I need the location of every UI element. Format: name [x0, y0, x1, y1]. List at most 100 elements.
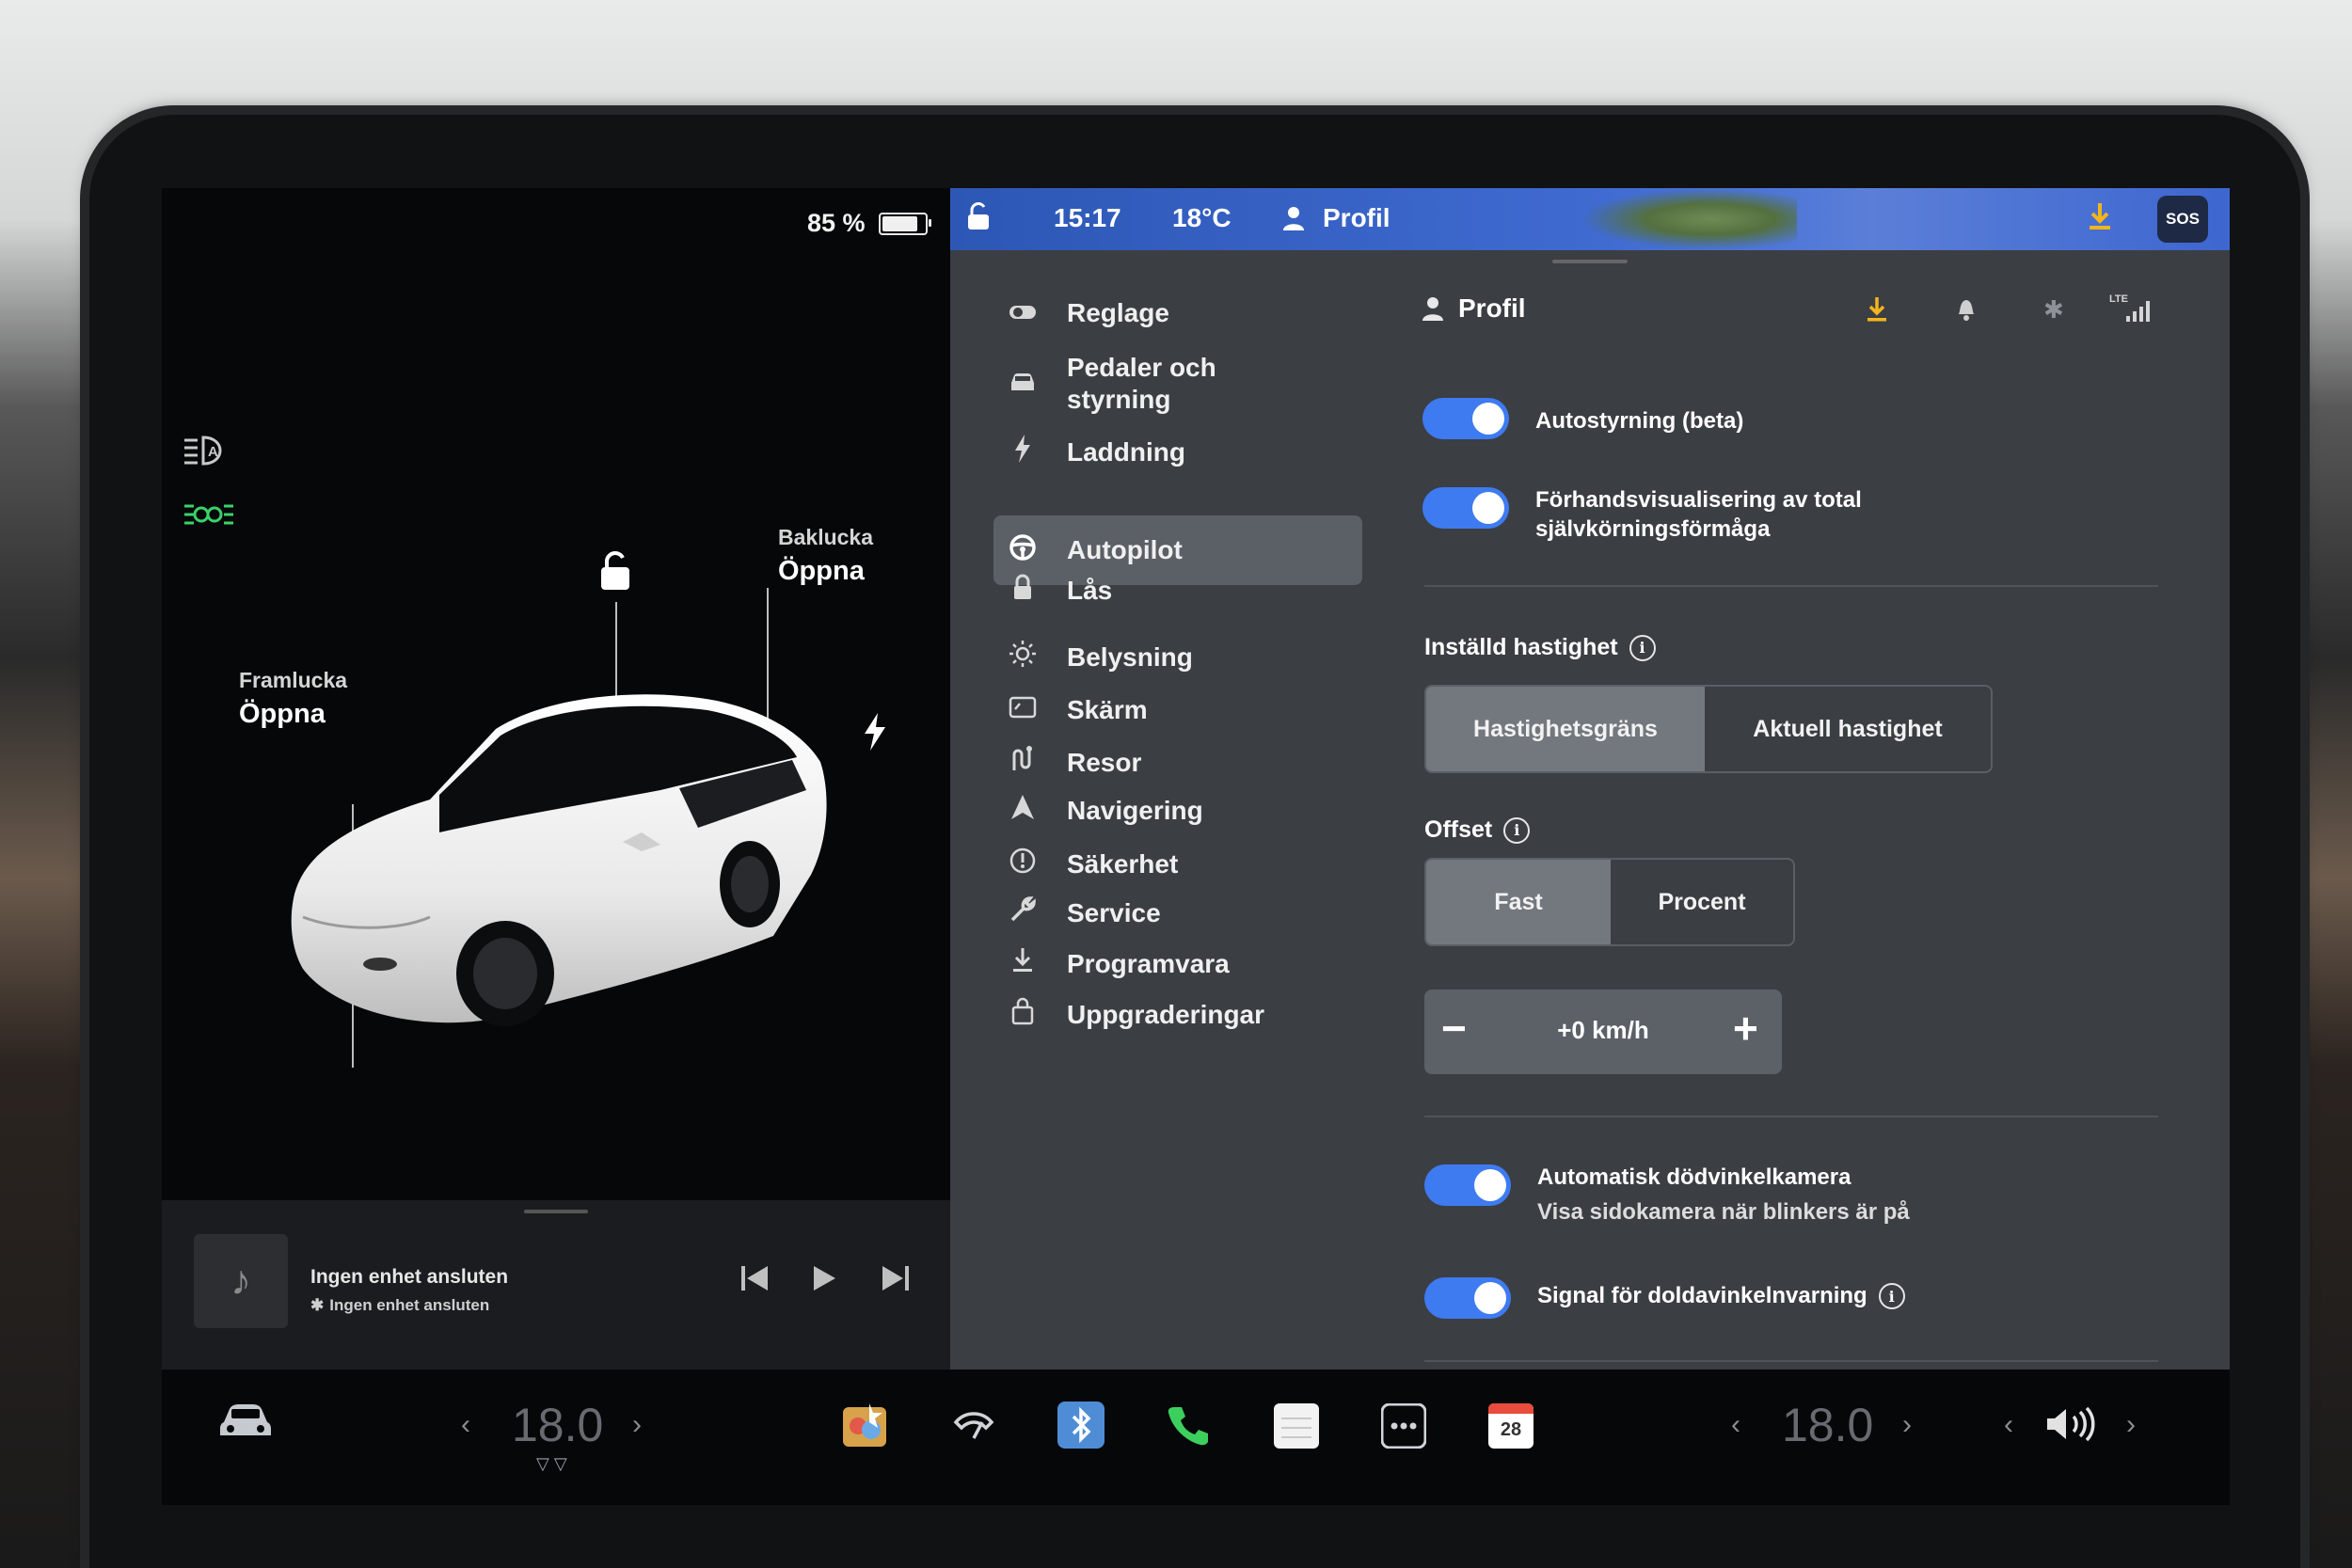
menu-item-label: Reglage	[1067, 298, 1169, 327]
rear-trunk-open-button[interactable]: Öppna	[778, 556, 873, 587]
volume-down-chevron[interactable]: ‹	[2004, 1409, 2013, 1441]
volume-up-chevron[interactable]: ›	[2126, 1409, 2136, 1441]
menu-item-label: Programvara	[1067, 948, 1230, 978]
next-track-icon[interactable]	[881, 1264, 911, 1301]
menu-item-label: Skärm	[1067, 695, 1148, 724]
blindspot-camera-toggle[interactable]	[1424, 1164, 1511, 1206]
menu-item-lås[interactable]: Lås	[950, 574, 1364, 607]
status-bar: 15:17 18°C Profil SOS	[950, 188, 2230, 250]
speed-option-current-speed[interactable]: Aktuell hastighet	[1705, 687, 1991, 771]
fsd-preview-toggle[interactable]	[1422, 487, 1509, 529]
bluetooth-icon: ✱	[310, 1296, 325, 1314]
info-icon[interactable]: i	[1629, 634, 1656, 661]
unlocked-status-icon[interactable]	[965, 201, 992, 238]
settings-drawer-handle[interactable]	[1552, 260, 1628, 263]
speed-option-speed-limit[interactable]: Hastighetsgräns	[1426, 687, 1705, 771]
menu-item-navigering[interactable]: Navigering	[950, 794, 1364, 827]
offset-label: Offset	[1424, 816, 1493, 843]
notes-icon[interactable]	[1274, 1403, 1319, 1453]
calendar-icon[interactable]: 28	[1488, 1403, 1534, 1449]
offset-value: +0 km/h	[1557, 1016, 1649, 1044]
rear-trunk-control[interactable]: Baklucka Öppna	[778, 525, 873, 587]
menu-item-service[interactable]: Service	[950, 895, 1364, 930]
media-title: Ingen enhet ansluten	[310, 1266, 509, 1288]
car-icon[interactable]	[218, 1402, 273, 1444]
menu-item-säkerhet[interactable]: Säkerhet	[950, 847, 1364, 881]
menu-item-label: Laddning	[1067, 436, 1185, 467]
menu-item-programvara[interactable]: Programvara	[950, 946, 1364, 981]
autosteer-toggle[interactable]	[1422, 398, 1509, 439]
driver-temp-up-chevron[interactable]: ›	[632, 1409, 642, 1441]
svg-text:A: A	[208, 444, 218, 460]
offset-heading: Offset i	[1424, 816, 1531, 844]
car-panel: 85 % A Framlucka Öppna Baklucka Öppna	[162, 188, 950, 1200]
previous-track-icon[interactable]	[739, 1264, 770, 1301]
blindspot-camera-text: Automatisk dödvinkelkamera Visa sidokame…	[1537, 1163, 1910, 1227]
wiper-icon[interactable]	[952, 1409, 995, 1446]
bluetooth-app-icon[interactable]	[1057, 1402, 1104, 1453]
lock-icon	[993, 574, 1052, 607]
driver-temperature[interactable]: 18.0	[512, 1398, 603, 1452]
driver-temp-down-chevron[interactable]: ‹	[461, 1409, 470, 1441]
panel-profile-header[interactable]: Profil	[1421, 293, 1526, 324]
info-icon[interactable]: i	[1503, 816, 1531, 844]
play-icon[interactable]	[811, 1264, 837, 1301]
menu-item-label: Pedaler och styrning	[1067, 353, 1216, 414]
info-icon[interactable]: i	[1878, 1283, 1905, 1309]
offset-option-percent[interactable]: Procent	[1611, 860, 1793, 944]
section-divider	[1424, 585, 2158, 587]
seat-heater-icons[interactable]: ▽ ▽	[536, 1454, 567, 1474]
passenger-temp-down-chevron[interactable]: ‹	[1731, 1409, 1740, 1441]
menu-item-belysning[interactable]: Belysning	[950, 640, 1364, 674]
increase-offset-button[interactable]: +	[1733, 1003, 1758, 1053]
offset-stepper: − +0 km/h +	[1424, 990, 1782, 1074]
passenger-temp-up-chevron[interactable]: ›	[1902, 1409, 1912, 1441]
more-apps-icon[interactable]	[1380, 1402, 1427, 1453]
section-divider	[1424, 1360, 2158, 1362]
menu-item-label: Uppgraderingar	[1067, 999, 1265, 1029]
menu-item-pedaler-och[interactable]: Pedaler och styrning	[950, 352, 1364, 416]
music-note-icon: ♪	[230, 1258, 251, 1304]
toybox-icon[interactable]	[841, 1402, 888, 1453]
blindspot-camera-sublabel: Visa sidokamera när blinkers är på	[1537, 1199, 1910, 1225]
phone-icon[interactable]	[1167, 1403, 1210, 1451]
toggle-icon	[993, 299, 1052, 328]
sos-button[interactable]: SOS	[2157, 196, 2208, 243]
menu-item-laddning[interactable]: Laddning	[950, 435, 1364, 469]
parking-lights-icon[interactable]	[183, 500, 235, 536]
display-icon	[993, 696, 1052, 725]
offset-option-fixed[interactable]: Fast	[1426, 860, 1611, 944]
menu-item-label: Säkerhet	[1067, 848, 1179, 879]
menu-item-reglage[interactable]: Reglage	[950, 297, 1364, 329]
menu-item-label: Lås	[1067, 575, 1113, 605]
set-speed-label: Inställd hastighet	[1424, 634, 1618, 660]
panel-profile-title: Profil	[1458, 293, 1526, 323]
media-drawer-handle[interactable]	[524, 1210, 588, 1213]
menu-item-skärm[interactable]: Skärm	[950, 694, 1364, 726]
bluetooth-icon[interactable]: ✱	[2043, 295, 2064, 325]
passenger-temperature[interactable]: 18.0	[1782, 1398, 1873, 1452]
map-background	[1581, 188, 1797, 250]
menu-item-uppgraderingar[interactable]: Uppgraderingar	[950, 997, 1364, 1032]
bell-icon[interactable]	[1955, 295, 1978, 328]
menu-item-label: Service	[1067, 897, 1161, 927]
svg-text:LTE: LTE	[2109, 293, 2128, 305]
media-source-label: Ingen enhet ansluten	[329, 1296, 490, 1314]
download-icon[interactable]	[2087, 201, 2113, 238]
blindspot-camera-label: Automatisk dödvinkelkamera	[1537, 1164, 1851, 1190]
route-icon	[993, 745, 1052, 780]
profile-button[interactable]: Profil	[1281, 203, 1391, 233]
menu-item-resor[interactable]: Resor	[950, 745, 1364, 780]
blindspot-chime-toggle[interactable]	[1424, 1277, 1511, 1319]
auto-headlights-icon[interactable]: A	[183, 435, 231, 474]
section-divider	[1424, 1116, 2158, 1117]
unlock-icon[interactable]	[597, 550, 635, 596]
download-icon[interactable]	[1865, 295, 1889, 330]
media-player[interactable]: ♪ Ingen enhet ansluten ✱ Ingen enhet ansl…	[162, 1200, 950, 1370]
calendar-day: 28	[1500, 1419, 1522, 1440]
sun-icon	[993, 640, 1052, 674]
profile-label: Profil	[1323, 203, 1391, 232]
volume-icon[interactable]	[2043, 1405, 2100, 1448]
alert-icon	[993, 847, 1052, 881]
offset-segmented-control: Fast Procent	[1424, 858, 1795, 946]
